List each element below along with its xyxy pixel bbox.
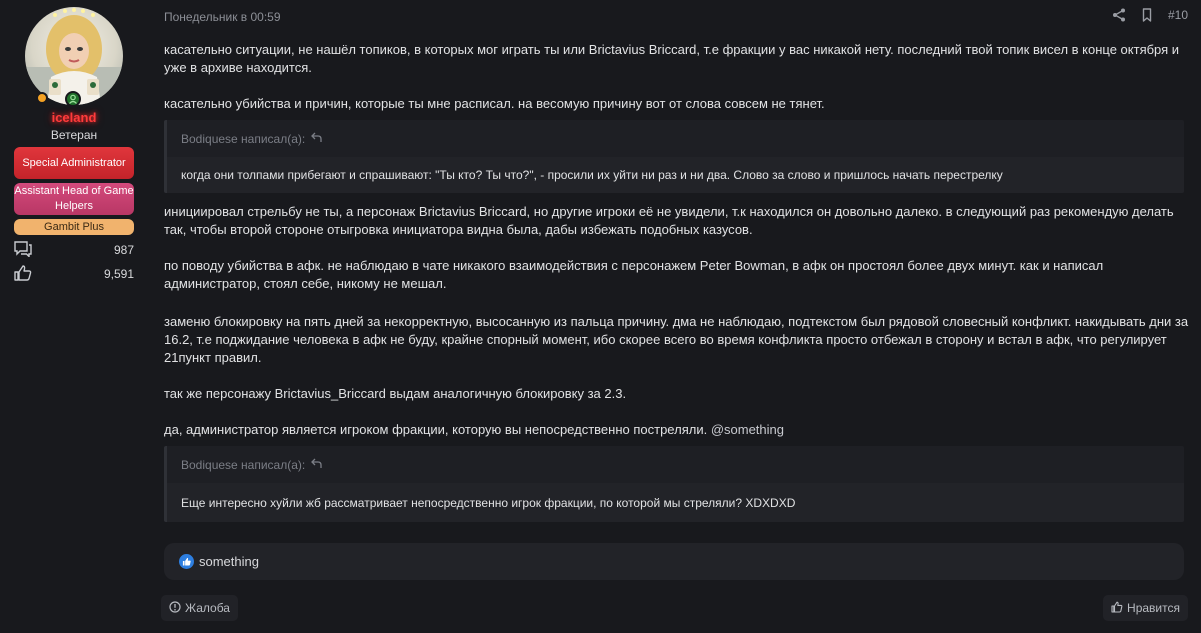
post-paragraph-1: касательно ситуации, не нашёл топиков, в… (164, 42, 1180, 75)
post-paragraph-7-text: да, администратор является игроком фракц… (164, 422, 711, 437)
report-label: Жалоба (185, 601, 230, 615)
reactions-bar[interactable]: something (164, 543, 1184, 580)
username[interactable]: iceland (0, 110, 148, 125)
post-number[interactable]: #10 (1168, 8, 1188, 22)
user-badge-icon (65, 91, 81, 107)
quote-header[interactable]: Bodiquese написал(а): (167, 120, 1184, 157)
post-paragraph-3: инициировал стрельбу не ты, а персонаж B… (164, 204, 1174, 237)
reaction-score-icon (14, 264, 32, 284)
reply-arrow-icon[interactable] (311, 458, 322, 472)
reaction-score-count: 9,591 (103, 267, 134, 281)
report-icon (169, 600, 181, 616)
thumbs-up-icon (1111, 601, 1123, 616)
reaction-users[interactable]: something (199, 554, 259, 569)
quote-header[interactable]: Bodiquese написал(а): (167, 446, 1184, 483)
banner-gambit-plus: Gambit Plus (14, 219, 134, 235)
user-column: iceland Ветеран Special Administrator As… (0, 0, 148, 633)
report-button[interactable]: Жалоба (161, 595, 238, 621)
post-date[interactable]: Понедельник в 00:59 (164, 10, 281, 24)
post-actions: #10 (1112, 8, 1188, 22)
share-icon[interactable] (1112, 8, 1126, 22)
quote-block: Bodiquese написал(а): когда они толпами … (164, 120, 1184, 193)
reply-arrow-icon[interactable] (311, 132, 322, 146)
messages-count: 987 (113, 243, 134, 257)
messages-icon (14, 240, 32, 260)
online-status-dot (36, 92, 48, 104)
post-paragraph-2: касательно убийства и причин, которые ты… (164, 96, 825, 111)
like-label: Нравится (1127, 601, 1180, 615)
stat-messages: 987 (14, 240, 134, 260)
like-button[interactable]: Нравится (1103, 595, 1188, 621)
forum-post: iceland Ветеран Special Administrator As… (0, 0, 1201, 633)
post-paragraph-6: так же персонажу Brictavius_Briccard выд… (164, 386, 627, 401)
banner-special-administrator: Special Administrator (14, 147, 134, 179)
post-paragraph-4: по поводу убийства в афк. не наблюдаю в … (164, 258, 1104, 291)
quote-author: Bodiquese написал(а): (181, 457, 306, 472)
banner-assistant-head: Assistant Head of Game Helpers (14, 183, 134, 215)
post-main: Понедельник в 00:59 #10 касательно ситуа… (148, 0, 1201, 633)
like-reaction-icon (179, 554, 194, 569)
quote-text: Еще интересно хуйли жб рассматривает неп… (167, 483, 1184, 522)
post-paragraph-7: да, администратор является игроком фракц… (164, 421, 1194, 439)
user-title: Ветеран (50, 128, 98, 142)
quote-block: Bodiquese написал(а): Еще интересно хуйл… (164, 446, 1184, 522)
quote-text: когда они толпами прибегают и спрашивают… (167, 157, 1184, 193)
bookmark-icon[interactable] (1140, 8, 1154, 22)
avatar-wrapper (25, 7, 123, 107)
user-mention[interactable]: @something (711, 422, 784, 437)
stat-reaction-score: 9,591 (14, 264, 134, 284)
post-paragraph-5: заменю блокировку на пять дней за некорр… (164, 314, 1189, 365)
quote-author: Bodiquese написал(а): (181, 131, 306, 146)
